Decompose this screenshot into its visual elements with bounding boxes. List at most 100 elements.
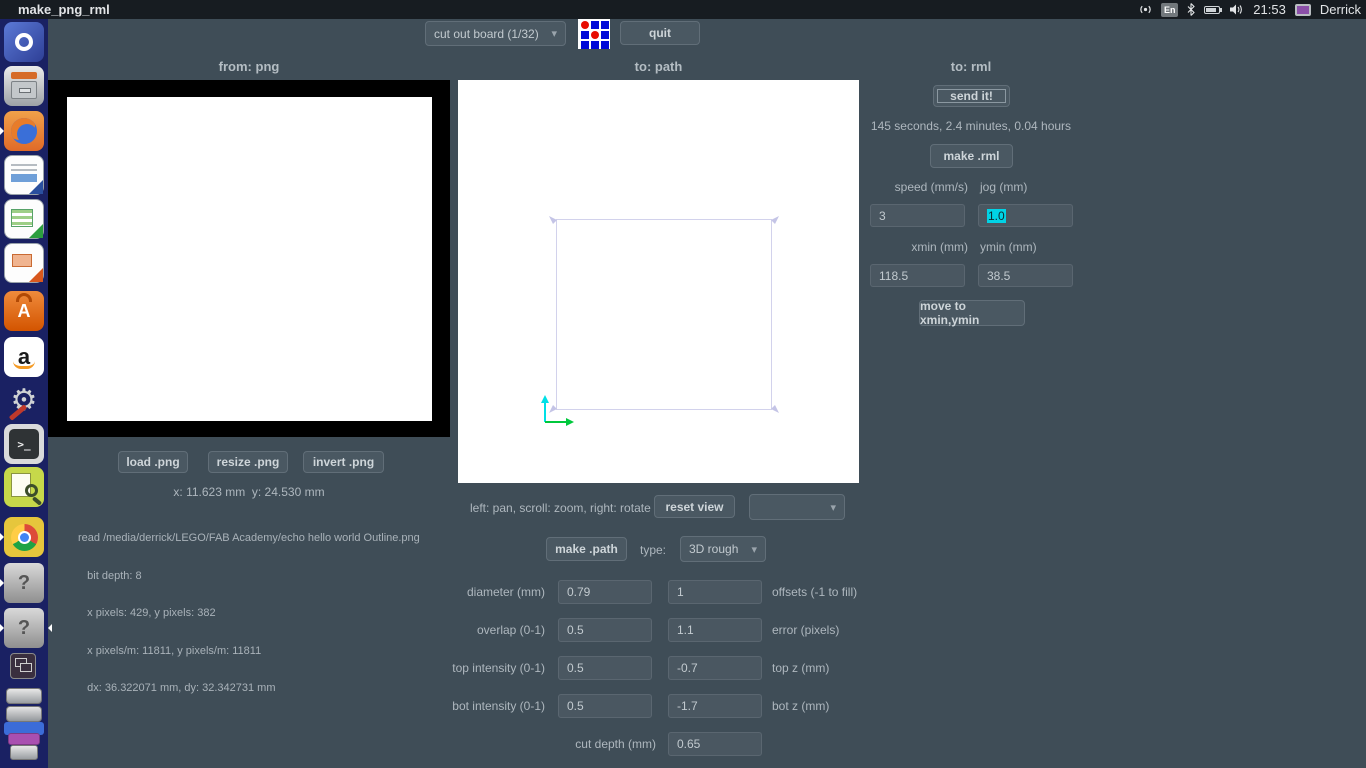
load-png-button[interactable]: load .png [118,451,188,473]
path-panel-title: to: path [634,59,683,74]
amazon-smile-icon [13,361,35,369]
fab-modules-logo [578,19,610,49]
error-label: error (pixels) [772,623,840,637]
top-z-value: -0.7 [677,661,698,675]
bot-z-value: -1.7 [677,699,698,713]
ymin-input[interactable]: 38.5 [978,264,1073,287]
offsets-value: 1 [677,585,684,599]
diameter-value: 0.79 [567,585,591,599]
volume-icon[interactable] [1229,3,1244,16]
top-intensity-input[interactable]: 0.5 [558,656,652,680]
view-controls-hint: left: pan, scroll: zoom, right: rotate [470,501,651,515]
ymin-label: ymin (mm) [980,240,1037,254]
info-line: read /media/derrick/LEGO/FAB Academy/ech… [78,532,420,544]
launcher-item-file-manager[interactable] [4,66,44,106]
network-icon[interactable] [1139,3,1152,16]
calc-grid [11,209,33,227]
png-image-content [67,97,432,421]
info-line: x pixels: 429, y pixels: 382 [78,607,216,619]
error-input[interactable]: 1.1 [668,618,762,642]
launcher-item-amazon[interactable]: a [4,337,44,377]
invert-png-button[interactable]: invert .png [303,451,384,473]
chevron-down-icon: ▾ [551,28,557,40]
launcher-item-workspace-switcher[interactable] [10,653,36,679]
launcher-item-unknown-app-2[interactable]: ? [4,608,44,648]
jog-input[interactable]: 1.0 [978,204,1073,227]
offsets-input[interactable]: 1 [668,580,762,604]
path-view-canvas[interactable] [458,80,859,483]
info-line: dx: 36.322071 mm, dy: 32.342731 mm [78,682,276,694]
bot-z-input[interactable]: -1.7 [668,694,762,718]
path-type-value: 3D rough [689,542,739,556]
question-icon: ? [17,571,31,594]
logo-cell [591,41,599,49]
preset-dropdown[interactable]: cut out board (1/32) ▾ [425,21,566,46]
error-value: 1.1 [677,623,694,637]
bot-z-label: bot z (mm) [772,699,830,713]
bot-intensity-input[interactable]: 0.5 [558,694,652,718]
drawer-body [11,81,37,99]
png-preview-canvas[interactable] [48,80,450,437]
battery-fill [1206,7,1217,12]
firefox-sea [17,124,37,144]
running-indicator [0,127,8,135]
launcher-item-unknown-app-1[interactable]: ? [4,563,44,603]
xmin-value: 118.5 [879,268,909,283]
quit-button[interactable]: quit [620,21,700,45]
reset-view-button[interactable]: reset view [654,495,735,518]
keyboard-layout-indicator[interactable]: En [1161,2,1179,17]
overlap-value: 0.5 [567,623,584,637]
diameter-label: diameter (mm) [466,585,545,599]
speed-label: speed (mm/s) [894,180,968,194]
speed-input[interactable]: 3 [870,204,965,227]
bluetooth-icon[interactable] [1187,3,1196,16]
display-icon[interactable] [1294,3,1311,16]
diameter-input[interactable]: 0.79 [558,580,652,604]
png-file-info: read /media/derrick/LEGO/FAB Academy/ech… [78,507,420,707]
launcher-item-libreoffice-impress[interactable] [4,243,44,283]
launcher-item-libreoffice-writer[interactable] [4,155,44,195]
make-rml-button[interactable]: make .rml [930,144,1013,168]
top-intensity-value: 0.5 [567,661,584,675]
logo-cell [581,21,589,29]
png-panel-title: from: png [218,59,280,74]
system-tray: En 21:53 Derrick [1139,0,1361,19]
top-intensity-label: top intensity (0-1) [452,661,545,675]
offsets-label: offsets (-1 to fill) [772,585,858,599]
launcher-item-system-settings[interactable]: ⚙ [4,381,44,421]
top-z-input[interactable]: -0.7 [668,656,762,680]
writer-fold [29,180,43,194]
running-indicator [0,579,8,587]
magnifier-lens-icon [25,484,38,497]
launcher-item-firefox[interactable] [4,111,44,151]
launcher-item-software-center[interactable]: A [4,291,44,331]
launcher-item-terminal[interactable]: >_ [4,424,44,464]
launcher-item-libreoffice-calc[interactable] [4,199,44,239]
path-type-dropdown[interactable]: 3D rough ▾ [680,536,766,562]
bag-handle [16,293,32,302]
view-dropdown[interactable]: ▾ [749,494,845,520]
launcher-item-image-magnifier[interactable] [4,467,44,507]
launcher-item-ubuntu-dash[interactable] [4,22,44,62]
type-label: type: [640,543,667,557]
resize-png-button[interactable]: resize .png [208,451,288,473]
chevron-down-icon: ▾ [751,543,757,556]
firefox-globe-icon [11,118,37,144]
session-user[interactable]: Derrick [1320,2,1361,17]
launcher-item-chrome[interactable] [4,517,44,557]
move-to-xmin-ymin-button[interactable]: move to xmin,ymin [919,299,1025,327]
job-duration: 145 seconds, 2.4 minutes, 0.04 hours [870,119,1072,133]
impress-fold [29,268,43,282]
logo-cell [591,31,599,39]
clock[interactable]: 21:53 [1253,2,1286,17]
cut-depth-input[interactable]: 0.65 [668,732,762,756]
rml-panel-title: to: rml [950,59,992,74]
xmin-input[interactable]: 118.5 [870,264,965,287]
overlap-input[interactable]: 0.5 [558,618,652,642]
battery-icon[interactable] [1204,5,1223,14]
logo-cell [591,21,599,29]
make-path-button[interactable]: make .path [546,537,627,561]
drive-icon [6,706,42,722]
send-it-button[interactable]: send it! [933,85,1010,107]
top-z-label: top z (mm) [772,661,830,675]
